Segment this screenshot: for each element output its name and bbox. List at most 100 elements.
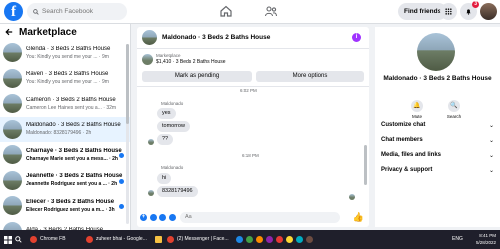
taskbar-search-icon[interactable] <box>15 233 22 246</box>
mark-as-pending-button[interactable]: Mark as pending <box>142 71 252 82</box>
media-files-links-item[interactable]: Media, files and links ⌄ <box>381 149 494 161</box>
chrome-icon <box>30 236 37 243</box>
listing-thumbnail <box>3 145 22 165</box>
language-indicator[interactable]: ENG <box>452 233 463 246</box>
windows-taskbar: Chrome FB zuheer bhai - Google... (2) Me… <box>0 230 500 249</box>
listing-thumbnail <box>3 94 22 114</box>
message-bubble[interactable]: hi <box>157 173 172 184</box>
clock-date: 5/28/2022 <box>475 240 496 245</box>
conversation-item[interactable]: Eliecer · 3 Beds 2 Baths House Eliecer Ro… <box>0 193 130 219</box>
message-bubble[interactable]: 8328179496 <box>157 186 198 197</box>
conversation-snippet: You: Kindly you send me your ... · 9m <box>26 53 109 60</box>
listing-thumbnail <box>3 196 22 216</box>
chevron-down-icon: ⌄ <box>488 137 494 144</box>
facebook-logo-icon[interactable]: f <box>4 2 23 21</box>
sender-avatar <box>148 190 154 196</box>
app-icon <box>246 236 253 243</box>
message-bubble[interactable]: tomorrow <box>157 121 190 132</box>
taskbar-zuheer[interactable]: zuheer bhai - Google... <box>86 233 147 246</box>
conversation-item[interactable]: Charnaye · 3 Beds 2 Baths House Charnaye … <box>0 142 130 168</box>
app-icon <box>306 236 313 243</box>
chevron-down-icon: ⌄ <box>488 152 494 159</box>
conversation-name: Charnaye · 3 Beds 2 Baths House <box>26 147 122 154</box>
chevron-down-icon: ⌄ <box>488 122 494 129</box>
groups-icon[interactable] <box>264 4 278 18</box>
chat-avatar[interactable] <box>142 30 157 45</box>
like-icon[interactable]: 👍 <box>353 212 364 223</box>
taskbar-label: (2) Messenger | Face... <box>177 236 229 242</box>
message-bubble[interactable]: yes <box>157 108 176 119</box>
conversation-item[interactable]: Maldonado · 3 Beds 2 Baths House Maldonad… <box>0 116 130 142</box>
gif-icon[interactable] <box>168 214 176 221</box>
windows-start-icon[interactable] <box>4 233 12 246</box>
search-box[interactable] <box>27 3 127 20</box>
image-icon[interactable] <box>149 214 157 221</box>
conversation-snippet: Maldonado: 8328179496 · 2h <box>26 130 92 137</box>
conversation-item[interactable]: Glenda · 3 Beds 2 Baths House You: Kindly… <box>0 40 130 66</box>
conversation-item[interactable]: Raven · 3 Beds 2 Baths House You: Kindly … <box>0 66 130 92</box>
conversation-snippet: Jeannette Rodriguez sent you a ... · 2h <box>26 181 118 188</box>
app-icon <box>296 236 303 243</box>
conversation-item[interactable]: Cameron · 3 Beds 2 Baths House Cameron Le… <box>0 91 130 117</box>
system-clock[interactable]: 8:41 PM 5/28/2022 <box>476 232 496 246</box>
listing-thumbnail <box>3 221 22 230</box>
message-composer: + 👍 <box>137 208 369 227</box>
sticker-icon[interactable] <box>159 214 166 221</box>
listing-thumbnail <box>3 68 22 88</box>
conversation-name: Cameron · 3 Beds 2 Baths House <box>26 96 116 103</box>
item-label: Customize chat <box>381 122 426 128</box>
listing-price[interactable]: $1,410 · 3 Beds 2 Baths House <box>156 59 226 65</box>
notifications-button[interactable]: 3 <box>460 1 479 20</box>
message-bubble[interactable]: ?? <box>157 134 174 145</box>
unread-dot-icon <box>119 153 124 158</box>
sidebar-title: Marketplace <box>19 26 77 38</box>
seen-avatar <box>349 194 355 200</box>
conversation-snippet: Eliecer Rodriguez sent you a m... · 3h <box>26 206 115 213</box>
conversation-item[interactable]: Jeannette · 3 Beds 2 Baths House Jeannett… <box>0 168 130 194</box>
chat-scrollbar[interactable] <box>364 145 367 185</box>
customize-chat-item[interactable]: Customize chat ⌄ <box>381 119 494 131</box>
timestamp: 6:02 PM <box>240 88 257 93</box>
more-options-button[interactable]: More options <box>256 71 364 82</box>
conversation-item[interactable]: Alda · 3 Beds 2 Baths House <box>0 219 130 230</box>
mute-button[interactable]: 🔔 Mute <box>402 100 432 119</box>
search-conversation-button[interactable]: 🔍 Search <box>439 100 469 119</box>
conversation-name: Eliecer · 3 Beds 2 Baths House <box>26 198 115 205</box>
account-avatar[interactable] <box>480 3 497 20</box>
folder-icon <box>155 236 162 243</box>
back-arrow-icon[interactable] <box>5 28 13 36</box>
conversation-name: Glenda · 3 Beds 2 Baths House <box>26 45 111 52</box>
conversation-text: Maldonado · 3 Beds 2 Baths House Maldonad… <box>26 122 124 136</box>
listing-label: Marketplace <box>156 53 181 58</box>
info-icon[interactable]: i <box>352 33 361 42</box>
menu-button[interactable] <box>440 3 457 20</box>
taskbar-chrome-fb[interactable]: Chrome FB <box>30 233 66 246</box>
unread-dot-icon <box>119 204 124 209</box>
taskbar-app-icons[interactable] <box>236 233 316 246</box>
home-icon[interactable] <box>219 4 233 18</box>
conversation-details-panel: Maldonado · 3 Beds 2 Baths House 🔔 Mute … <box>375 27 500 227</box>
sidebar-header: Marketplace <box>0 24 130 40</box>
conversation-text: Eliecer · 3 Beds 2 Baths House Eliecer Ro… <box>26 199 124 213</box>
search-icon <box>33 8 39 15</box>
chat-header: Maldonado · 3 Beds 2 Baths House i <box>137 27 369 49</box>
search-input[interactable] <box>42 8 122 15</box>
conversation-snippet: Cameron Lee Haines sent you a... · 32m <box>26 104 117 111</box>
listing-thumbnail <box>3 170 22 190</box>
message-input[interactable] <box>180 212 340 223</box>
clock-time: 8:41 PM <box>479 233 496 238</box>
bell-icon <box>466 9 471 15</box>
taskbar-label: Chrome FB <box>40 236 66 242</box>
listing-thumbnail[interactable] <box>142 54 153 65</box>
chat-title[interactable]: Maldonado · 3 Beds 2 Baths House <box>162 34 270 41</box>
taskbar-messenger[interactable]: (2) Messenger | Face... <box>167 233 229 246</box>
item-label: Privacy & support <box>381 167 433 173</box>
unread-dot-icon <box>119 178 124 184</box>
taskbar-folder-icon[interactable] <box>155 233 165 246</box>
plus-icon[interactable]: + <box>140 214 147 221</box>
chevron-down-icon: ⌄ <box>488 167 494 174</box>
privacy-support-item[interactable]: Privacy & support ⌄ <box>381 164 494 176</box>
listing-avatar[interactable] <box>417 33 455 71</box>
chat-members-item[interactable]: Chat members ⌄ <box>381 134 494 146</box>
sidebar-scrollbar[interactable] <box>126 44 129 224</box>
